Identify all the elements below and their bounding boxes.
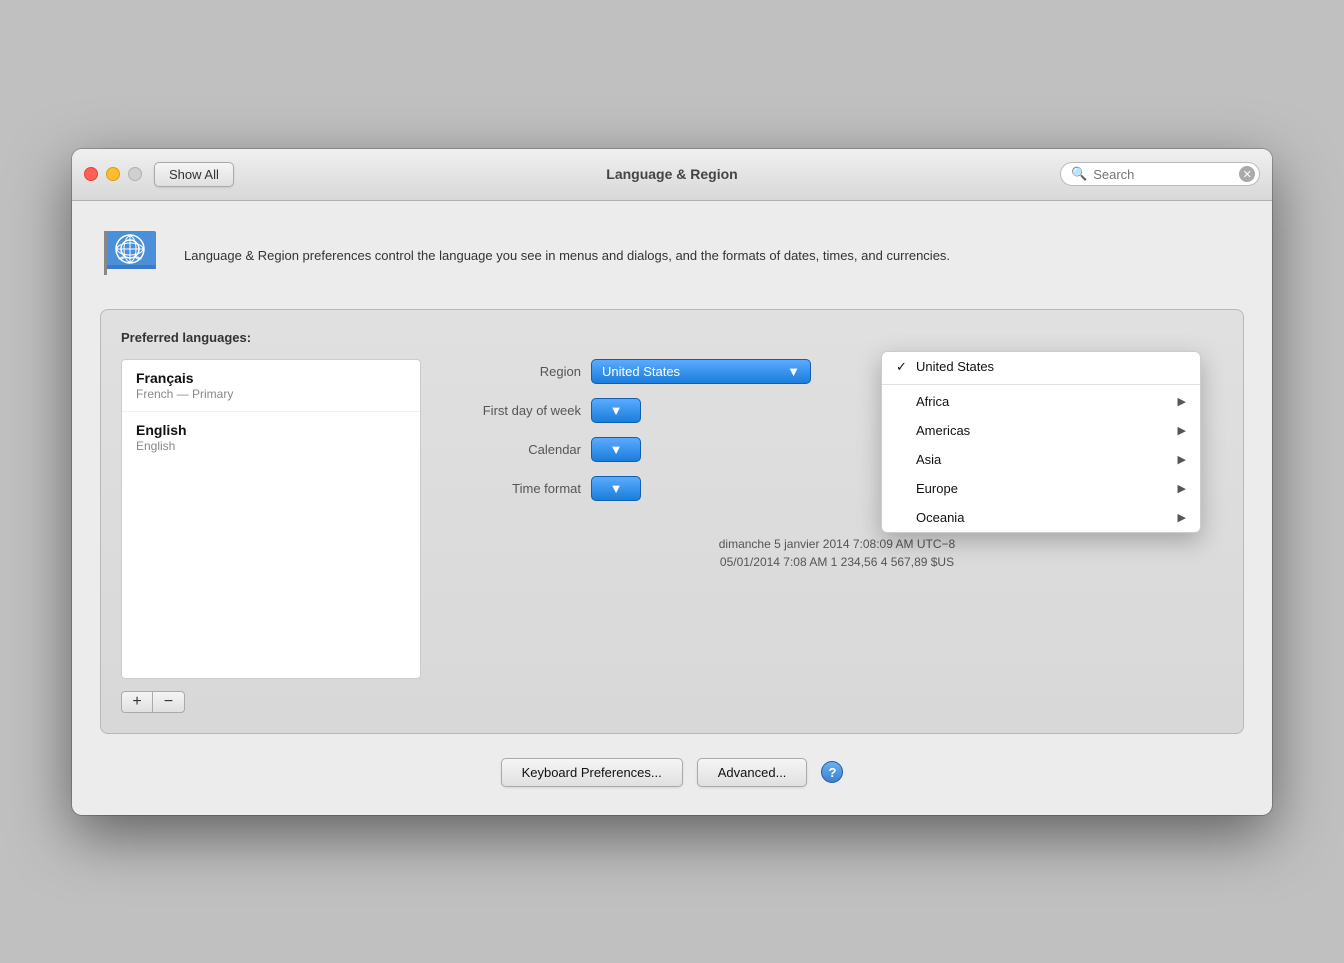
maximize-button[interactable] [128, 167, 142, 181]
region-dropdown-menu: ✓ United States Africa ▶ [881, 351, 1201, 533]
submenu-arrow-icon: ▶ [1178, 511, 1186, 524]
dropdown-item-united-states[interactable]: ✓ United States [882, 352, 1200, 382]
add-language-button[interactable]: + [121, 691, 153, 713]
chevron-down-icon: ▼ [610, 403, 623, 418]
language-controls: + − [121, 691, 421, 713]
main-panel: Preferred languages: Français French — P… [100, 309, 1244, 734]
dropdown-item-oceania[interactable]: Oceania ▶ [882, 503, 1200, 532]
close-button[interactable] [84, 167, 98, 181]
window-title: Language & Region [606, 166, 737, 182]
list-item[interactable]: Français French — Primary [122, 360, 420, 412]
time-format-label: Time format [451, 481, 591, 496]
language-section: Français French — Primary English Englis… [121, 359, 421, 713]
preview-line2: 05/01/2014 7:08 AM 1 234,56 4 567,89 $US [451, 555, 1223, 569]
show-all-button[interactable]: Show All [154, 162, 234, 187]
keyboard-preferences-button[interactable]: Keyboard Preferences... [501, 758, 683, 787]
region-arrow-icon: ▼ [787, 364, 800, 379]
panel-label: Preferred languages: [121, 330, 1223, 345]
dropdown-item-label: United States [916, 359, 1186, 374]
dropdown-item-asia[interactable]: Asia ▶ [882, 445, 1200, 474]
language-sub: English [136, 439, 406, 453]
region-select-button[interactable]: United States ▼ [591, 359, 811, 384]
submenu-arrow-icon: ▶ [1178, 482, 1186, 495]
panel-body: Français French — Primary English Englis… [121, 359, 1223, 713]
check-icon: ✓ [896, 359, 916, 375]
titlebar: Show All Language & Region 🔍 ✕ [72, 149, 1272, 201]
submenu-arrow-icon: ▶ [1178, 395, 1186, 408]
minimize-button[interactable] [106, 167, 120, 181]
region-settings: Region United States ▼ ✓ [451, 359, 1223, 569]
dropdown-item-label: Oceania [916, 510, 1178, 525]
search-bar: 🔍 ✕ [1060, 162, 1260, 186]
search-icon: 🔍 [1071, 166, 1087, 182]
dropdown-item-africa[interactable]: Africa ▶ [882, 387, 1200, 416]
first-day-select-button[interactable]: ▼ [591, 398, 641, 423]
dropdown-item-label: Europe [916, 481, 1178, 496]
dropdown-item-americas[interactable]: Americas ▶ [882, 416, 1200, 445]
language-sub: French — Primary [136, 387, 406, 401]
search-clear-button[interactable]: ✕ [1239, 166, 1255, 182]
dropdown-item-label: Africa [916, 394, 1178, 409]
region-row: Region United States ▼ ✓ [451, 359, 1223, 384]
header-section: Language & Region preferences control th… [100, 225, 1244, 289]
flag-icon [100, 225, 164, 289]
time-format-select-button[interactable]: ▼ [591, 476, 641, 501]
language-name: Français [136, 370, 406, 386]
dropdown-item-europe[interactable]: Europe ▶ [882, 474, 1200, 503]
search-input[interactable] [1093, 167, 1233, 182]
chevron-down-icon: ▼ [610, 481, 623, 496]
region-selected-value: United States [602, 364, 680, 379]
dropdown-item-label: Americas [916, 423, 1178, 438]
first-day-label: First day of week [451, 403, 591, 418]
chevron-down-icon: ▼ [610, 442, 623, 457]
submenu-arrow-icon: ▶ [1178, 424, 1186, 437]
traffic-lights [84, 167, 142, 181]
region-select-container: United States ▼ ✓ United States [591, 359, 811, 384]
calendar-select-button[interactable]: ▼ [591, 437, 641, 462]
dropdown-item-label: Asia [916, 452, 1178, 467]
calendar-label: Calendar [451, 442, 591, 457]
help-button[interactable]: ? [821, 761, 843, 783]
language-list: Français French — Primary English Englis… [121, 359, 421, 679]
region-label: Region [451, 364, 591, 379]
main-window: Show All Language & Region 🔍 ✕ [72, 149, 1272, 815]
submenu-arrow-icon: ▶ [1178, 453, 1186, 466]
language-name: English [136, 422, 406, 438]
window-content: Language & Region preferences control th… [72, 201, 1272, 815]
un-flag-svg [102, 227, 162, 287]
advanced-button[interactable]: Advanced... [697, 758, 808, 787]
list-item[interactable]: English English [122, 412, 420, 463]
preview-line1: dimanche 5 janvier 2014 7:08:09 AM UTC−8 [451, 537, 1223, 551]
bottom-bar: Keyboard Preferences... Advanced... ? [100, 758, 1244, 787]
remove-language-button[interactable]: − [153, 691, 185, 713]
header-description: Language & Region preferences control th… [184, 246, 950, 267]
dropdown-divider [882, 384, 1200, 385]
